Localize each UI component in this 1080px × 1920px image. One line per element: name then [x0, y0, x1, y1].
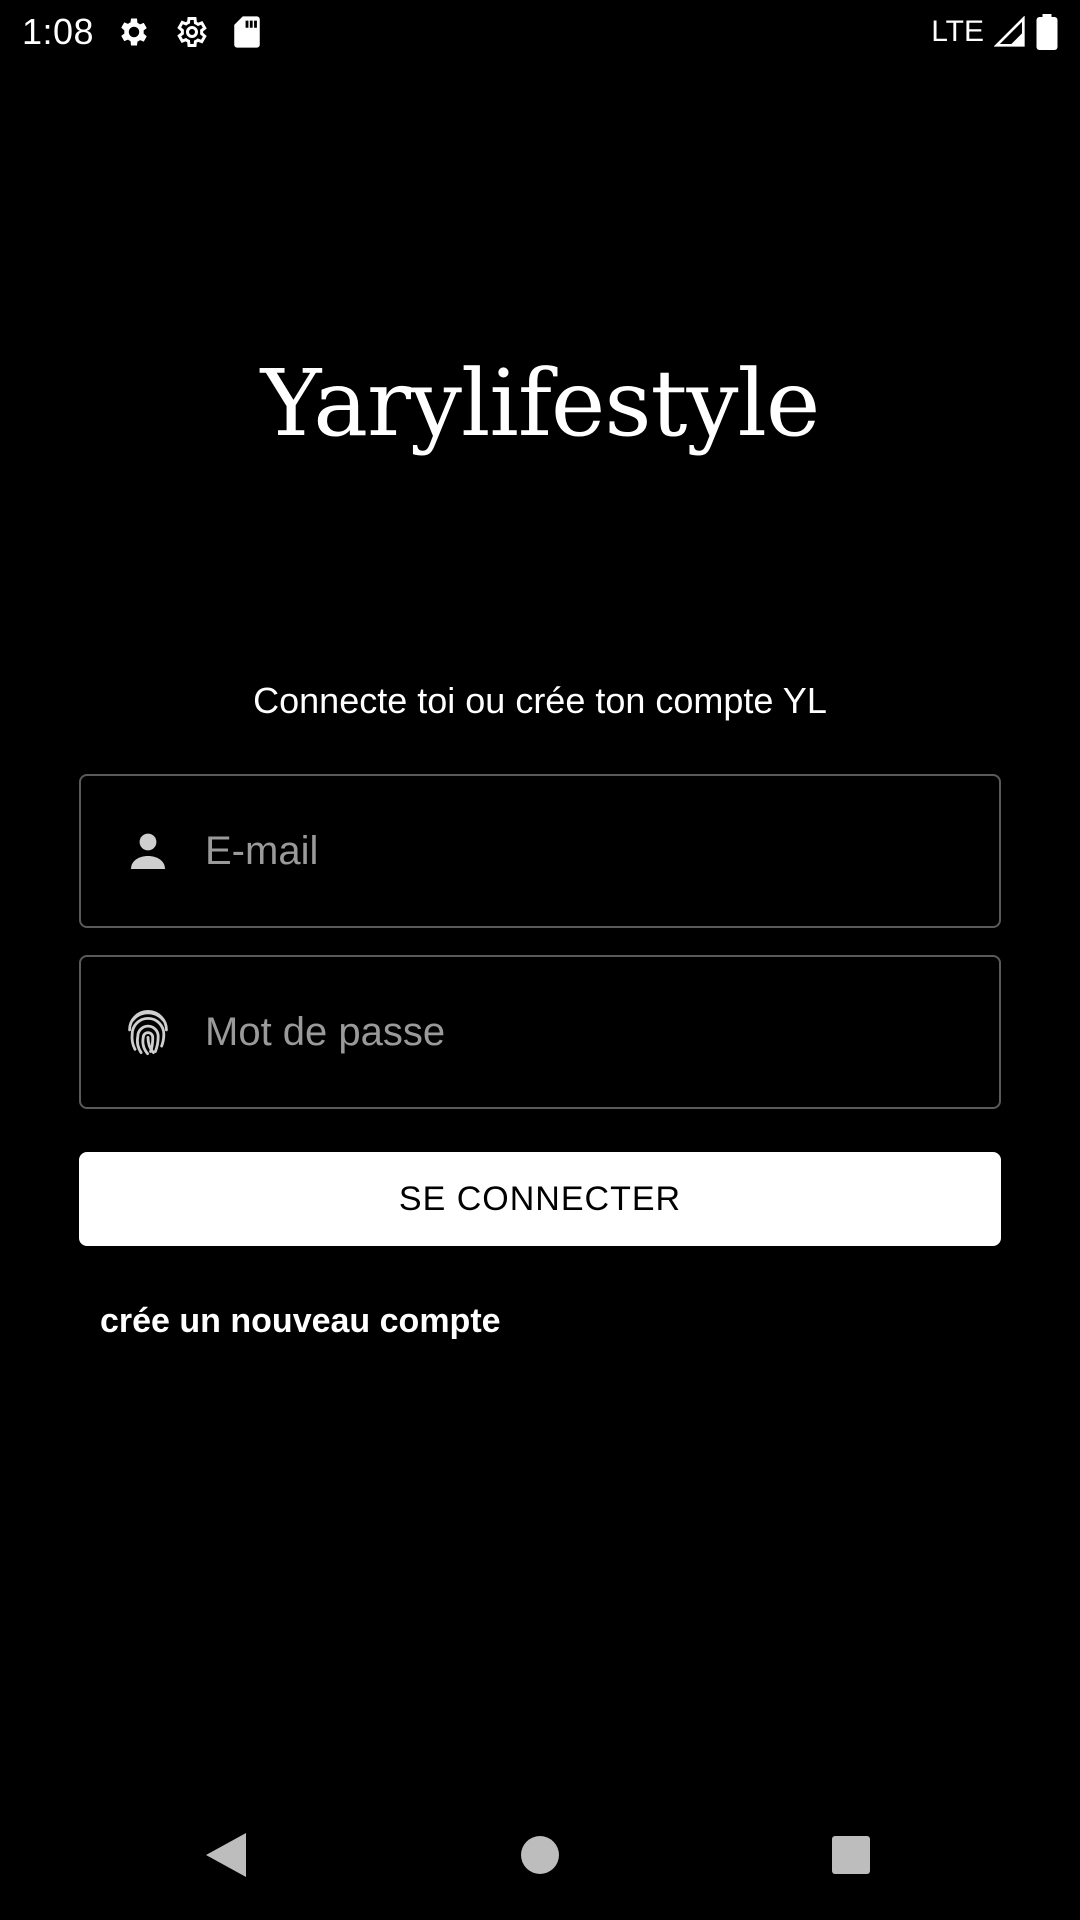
- back-icon[interactable]: [204, 1831, 248, 1879]
- password-field[interactable]: [79, 955, 1001, 1109]
- person-icon: [119, 822, 177, 880]
- email-input[interactable]: [205, 776, 979, 926]
- status-bar: 1:08 LTE: [0, 0, 1080, 64]
- status-time: 1:08: [22, 11, 95, 52]
- sd-card-icon: [232, 15, 262, 49]
- fingerprint-icon: [119, 1003, 177, 1061]
- home-icon[interactable]: [520, 1835, 560, 1875]
- brand-logo: Yarylifestyle: [260, 350, 821, 457]
- status-bar-left: 1:08: [22, 11, 262, 53]
- create-account-link[interactable]: crée un nouveau compte: [100, 1302, 501, 1341]
- network-type: LTE: [931, 15, 984, 48]
- battery-icon: [1036, 14, 1058, 50]
- login-screen: 1:08 LTE Yarylifestyle Connecte toi ou c…: [0, 0, 1080, 1920]
- email-field[interactable]: [79, 774, 1001, 928]
- recents-icon[interactable]: [831, 1835, 871, 1875]
- settings-icon: [116, 14, 152, 50]
- navigation-bar: [0, 1790, 1080, 1920]
- status-bar-right: LTE: [931, 14, 1058, 50]
- login-subtitle: Connecte toi ou crée ton compte YL: [253, 680, 827, 721]
- settings-icon: [174, 14, 210, 50]
- password-input[interactable]: [205, 957, 979, 1107]
- login-button[interactable]: SE CONNECTER: [79, 1152, 1001, 1246]
- signal-icon: [994, 16, 1026, 48]
